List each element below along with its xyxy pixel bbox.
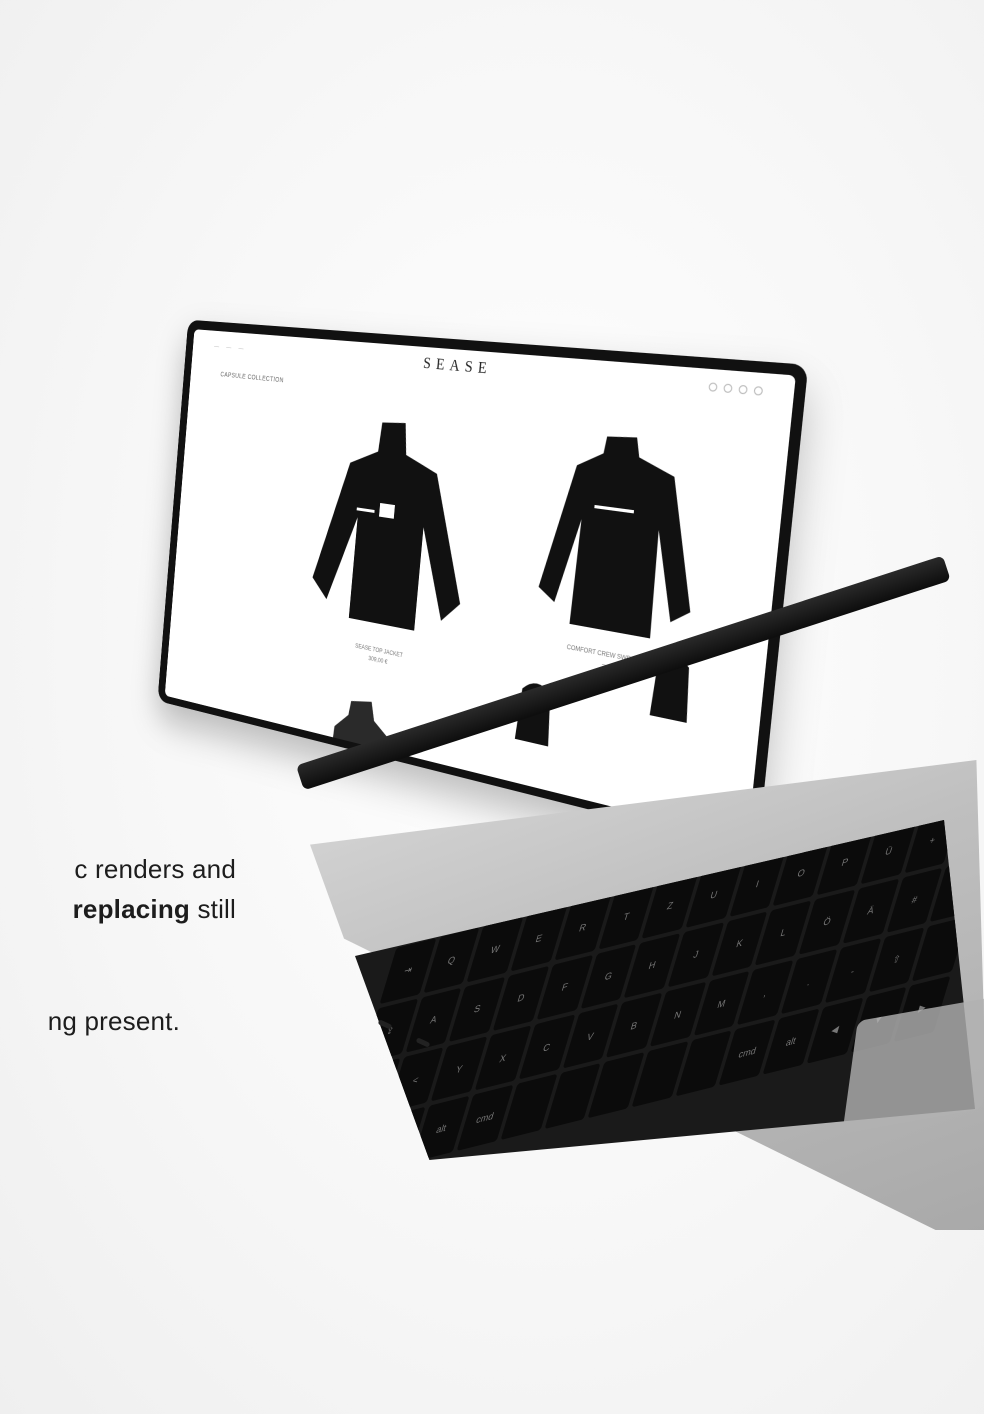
cart-icon[interactable] (753, 385, 764, 396)
keyboard-key[interactable]: M (693, 970, 750, 1037)
keyboard-key[interactable]: V (562, 1003, 619, 1069)
keyboard-key[interactable]: K (711, 911, 768, 977)
keyboard-key[interactable]: ⇧ (868, 927, 925, 993)
keyboard-key[interactable]: Ö (798, 889, 856, 955)
keyboard-key[interactable]: alt (413, 1096, 470, 1160)
keyboard-key[interactable]: D (492, 965, 550, 1031)
sweater-icon[interactable] (521, 419, 721, 669)
keyboard-key[interactable]: H (623, 932, 681, 999)
keyboard-key[interactable]: # (886, 867, 943, 933)
search-icon[interactable] (708, 382, 718, 392)
keyboard-key[interactable]: < (387, 1047, 444, 1113)
keyboard-key[interactable]: ⇪ (361, 998, 419, 1064)
keyboard-key[interactable]: B (605, 992, 663, 1059)
keyboard-key[interactable]: Y (431, 1036, 488, 1102)
account-icon[interactable] (723, 383, 733, 394)
keyboard-key[interactable]: S (449, 976, 506, 1042)
laptop-screen: — — — SEASE CAPSULE COLLECTION SEASE TOP… (164, 329, 796, 841)
brand-logo[interactable]: SEASE (193, 336, 795, 405)
keyboard-key[interactable]: . (780, 949, 838, 1015)
keyboard-key[interactable]: F (536, 954, 593, 1021)
keyboard-key[interactable] (631, 1041, 689, 1107)
keyboard-key[interactable]: N (649, 981, 707, 1048)
keyboard-key[interactable]: G (580, 943, 637, 1010)
keyboard-key[interactable] (675, 1030, 732, 1097)
keyboard-key[interactable] (587, 1052, 645, 1118)
keyboard-key[interactable]: , (737, 959, 794, 1026)
keyboard-key[interactable]: alt (762, 1008, 820, 1075)
keyboard-key[interactable]: ctrl (369, 1106, 426, 1160)
keyboard-key[interactable] (544, 1063, 601, 1129)
keyboard-key[interactable]: cmd (719, 1019, 776, 1086)
site-header: — — — SEASE (192, 329, 796, 414)
keyboard-key[interactable]: X (474, 1025, 532, 1091)
keyboard-key[interactable]: Ä (842, 878, 899, 944)
keyboard-key[interactable]: L (755, 900, 812, 966)
keyboard-key[interactable]: - (824, 938, 881, 1004)
laptop-lid: — — — SEASE CAPSULE COLLECTION SEASE TOP… (157, 319, 809, 852)
keyboard-key[interactable]: A (405, 987, 462, 1053)
keyboard-key[interactable]: C (518, 1014, 575, 1080)
keyboard-key[interactable]: fn (355, 1117, 383, 1160)
keyboard-key[interactable]: J (667, 921, 725, 988)
product-card[interactable]: SEASE TOP JACKET 309,00 € (298, 406, 486, 696)
jacket-icon[interactable] (299, 406, 485, 676)
keyboard-key[interactable]: ⇧ (355, 1058, 401, 1124)
keyboard-key[interactable] (500, 1074, 557, 1140)
keyboard-key[interactable]: cmd (456, 1085, 514, 1151)
collection-title: CAPSULE COLLECTION (220, 371, 284, 385)
laptop: — — — SEASE CAPSULE COLLECTION SEASE TOP… (0, 0, 984, 1414)
wishlist-icon[interactable] (738, 384, 748, 395)
